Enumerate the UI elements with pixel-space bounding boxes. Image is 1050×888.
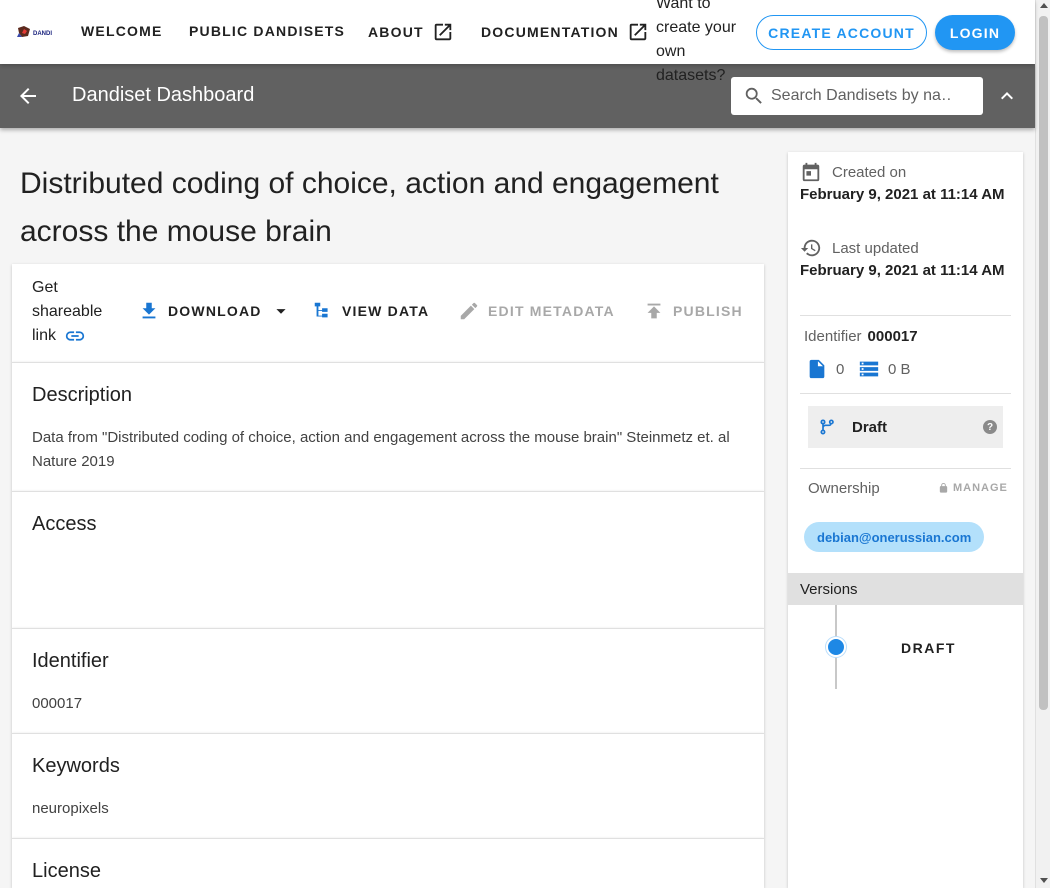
logo-text: DANDI <box>33 31 52 37</box>
dashboard-toolbar: Dandiset Dashboard <box>0 64 1035 128</box>
description-section: Description Data from "Distributed codin… <box>12 362 764 491</box>
identifier-section: Identifier 000017 <box>12 628 764 733</box>
download-button[interactable]: DOWNLOAD <box>138 300 292 322</box>
publish-label: PUBLISH <box>673 303 743 319</box>
top-app-bar: DANDI WELCOME PUBLIC DANDISETS ABOUT DOC… <box>0 0 1035 84</box>
draft-label: Draft <box>852 418 888 436</box>
description-text: Data from "Distributed coding of choice,… <box>32 429 730 470</box>
publish-icon <box>647 303 661 319</box>
keywords-value: neuropixels <box>32 800 109 817</box>
access-title: Access <box>32 513 97 535</box>
file-count: 0 <box>806 358 844 380</box>
divider <box>800 393 1011 394</box>
keywords-title: Keywords <box>32 755 120 777</box>
identifier-row: Identifier 000017 <box>804 328 918 345</box>
dandiset-meta-panel: Created on February 9, 2021 at 11:14 AM … <box>788 152 1023 888</box>
nav-public-dandisets-label: PUBLIC DANDISETS <box>189 23 346 39</box>
view-data-button[interactable]: VIEW DATA <box>312 300 429 322</box>
nav-about[interactable]: ABOUT <box>368 21 454 43</box>
edit-metadata-label: EDIT METADATA <box>488 303 615 319</box>
nav-documentation[interactable]: DOCUMENTATION <box>481 21 649 43</box>
view-data-label: VIEW DATA <box>342 303 430 319</box>
nav-public-dandisets[interactable]: PUBLIC DANDISETS <box>189 23 345 39</box>
download-icon <box>142 302 156 319</box>
created-row: Created on <box>800 161 906 183</box>
scroll-up-arrow[interactable] <box>1040 3 1048 8</box>
edit-metadata-button[interactable]: EDIT METADATA <box>458 300 615 322</box>
owner-chip[interactable]: debian@onerussian.com <box>804 522 985 552</box>
dandiset-title: Distributed coding of choice, action and… <box>20 167 719 248</box>
history-icon <box>800 239 821 257</box>
versions-header: Versions <box>788 573 1023 605</box>
file-tree-icon <box>314 302 328 318</box>
search-icon <box>745 87 762 104</box>
identifier-value: 000017 <box>32 695 83 712</box>
keywords-section: Keywords neuropixels <box>12 733 764 838</box>
license-title: License <box>32 860 101 882</box>
updated-date: February 9, 2021 at 11:14 AM <box>800 262 1005 279</box>
divider <box>800 468 1011 469</box>
version-dot[interactable] <box>826 637 846 657</box>
create-datasets-prompt: Want to create your own datasets? <box>656 0 737 84</box>
toolbar-title: Dandiset Dashboard <box>72 84 255 106</box>
updated-label: Last updated <box>832 239 919 257</box>
storage-size: 0 B <box>858 358 911 380</box>
ownership-label: Ownership <box>808 480 880 497</box>
dandi-logo[interactable]: DANDI <box>16 24 58 40</box>
search-input[interactable] <box>771 87 953 105</box>
file-count-value: 0 <box>836 360 845 378</box>
search-box[interactable] <box>731 77 983 115</box>
divider <box>800 315 1011 316</box>
scrollbar[interactable] <box>1035 0 1050 888</box>
share-link-button[interactable]: Get shareable link <box>32 276 112 348</box>
created-label: Created on <box>832 163 907 181</box>
arrow-back-icon[interactable] <box>16 84 40 108</box>
scroll-thumb[interactable] <box>1039 16 1048 710</box>
open-in-new-icon <box>629 23 647 41</box>
branch-icon <box>820 419 834 435</box>
nav-about-label: ABOUT <box>368 24 424 40</box>
pencil-icon <box>460 302 478 320</box>
scroll-down-arrow[interactable] <box>1040 878 1048 883</box>
version-draft-label[interactable]: DRAFT <box>901 640 956 656</box>
caret-down-icon <box>276 309 286 314</box>
open-in-new-icon <box>434 23 452 41</box>
nav-documentation-label: DOCUMENTATION <box>481 24 619 40</box>
actions-bar: Get shareable link DOWNLOAD VIEW DATA ED… <box>12 264 764 362</box>
file-icon <box>809 359 825 379</box>
access-section: Access <box>12 491 764 628</box>
create-account-button[interactable]: CREATE ACCOUNT <box>756 15 927 50</box>
description-title: Description <box>32 384 133 406</box>
identifier-value: 000017 <box>867 328 918 345</box>
login-button[interactable]: LOGIN <box>935 15 1015 50</box>
manage-label: MANAGE <box>953 482 1008 494</box>
calendar-icon <box>802 162 820 182</box>
lock-icon <box>939 482 948 493</box>
manage-button[interactable]: MANAGE <box>938 482 1008 494</box>
download-label: DOWNLOAD <box>168 303 262 319</box>
updated-row: Last updated <box>800 237 919 259</box>
created-date: February 9, 2021 at 11:14 AM <box>800 186 1005 203</box>
version-status: Draft ? <box>808 406 1003 448</box>
identifier-label: Identifier <box>804 328 862 345</box>
nav-welcome-label: WELCOME <box>81 23 163 39</box>
nav-welcome[interactable]: WELCOME <box>81 23 163 39</box>
storage-size-value: 0 B <box>888 360 911 378</box>
publish-button[interactable]: PUBLISH <box>643 300 743 322</box>
license-section: License <box>12 838 764 888</box>
link-icon <box>66 331 85 341</box>
help-icon[interactable]: ? <box>983 420 997 434</box>
storage-icon <box>859 361 879 377</box>
chevron-up-icon[interactable] <box>995 84 1019 108</box>
identifier-title: Identifier <box>32 650 109 672</box>
